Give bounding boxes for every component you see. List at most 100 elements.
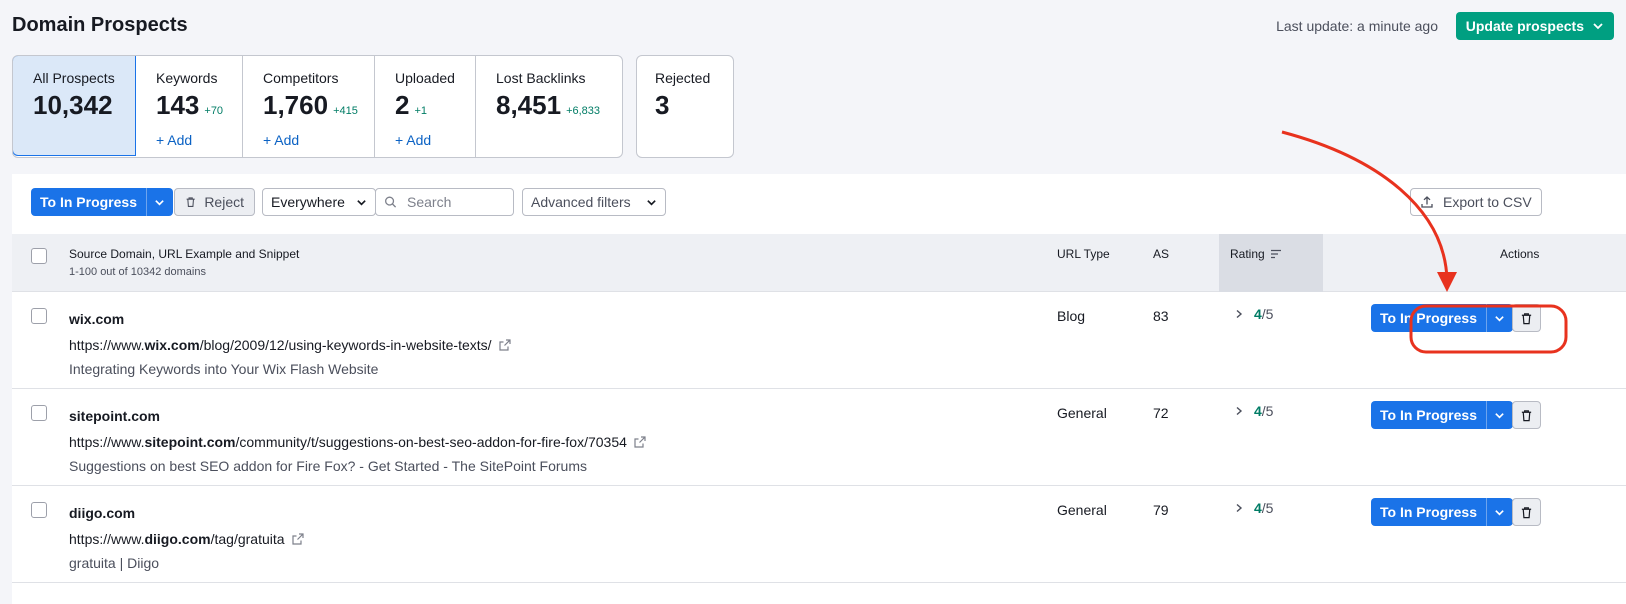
row-to-in-progress-button[interactable]: To In Progress xyxy=(1371,401,1513,429)
tab-label: Uploaded xyxy=(395,70,455,86)
chevron-down-icon xyxy=(1593,23,1603,30)
tab-keywords[interactable]: Keywords 143 +70 + Add xyxy=(136,56,243,157)
row-url-type: General xyxy=(1057,405,1107,421)
url-path: /community/t/suggestions-on-best-seo-add… xyxy=(235,434,627,450)
result-count: 1-100 out of 10342 domains xyxy=(69,266,206,278)
search-box xyxy=(375,188,514,216)
row-to-in-progress-label[interactable]: To In Progress xyxy=(1371,498,1486,526)
tab-competitors[interactable]: Competitors 1,760 +415 + Add xyxy=(243,56,375,157)
column-source[interactable]: Source Domain, URL Example and Snippet xyxy=(69,246,299,262)
bulk-to-in-progress-button[interactable]: To In Progress xyxy=(31,188,173,216)
export-csv-label: Export to CSV xyxy=(1443,194,1532,210)
rating-column-highlight xyxy=(1219,234,1323,292)
row-as: 72 xyxy=(1153,405,1169,421)
export-csv-button[interactable]: Export to CSV xyxy=(1410,188,1542,216)
advanced-filters-select[interactable]: Advanced filters xyxy=(522,188,666,216)
row-to-in-progress-button[interactable]: To In Progress xyxy=(1371,304,1513,332)
row-reject-button[interactable] xyxy=(1512,304,1541,332)
row-checkbox[interactable] xyxy=(31,405,47,421)
tab-all-prospects[interactable]: All Prospects 10,342 xyxy=(13,56,136,156)
row-reject-button[interactable] xyxy=(1512,498,1541,526)
row-url-link[interactable]: https://www. sitepoint.com/community/t/su… xyxy=(69,433,647,451)
tab-label: Keywords xyxy=(156,70,218,86)
rating-max: /5 xyxy=(1261,403,1274,419)
tab-uploaded[interactable]: Uploaded 2 +1 + Add xyxy=(375,56,476,157)
rating-max: /5 xyxy=(1261,500,1274,516)
row-as: 79 xyxy=(1153,502,1169,518)
chevron-right-icon xyxy=(1236,309,1243,319)
rating-value: 4 xyxy=(1254,403,1262,419)
tab-lost-backlinks[interactable]: Lost Backlinks 8,451 +6,833 xyxy=(476,56,622,157)
search-input[interactable] xyxy=(405,193,505,211)
tab-rejected[interactable]: Rejected 3 xyxy=(636,55,734,158)
tab-delta: +1 xyxy=(414,105,428,117)
reject-button[interactable]: Reject xyxy=(174,188,255,216)
row-to-in-progress-label[interactable]: To In Progress xyxy=(1371,401,1486,429)
row-rating[interactable]: 4/5 xyxy=(1234,306,1273,322)
advanced-filters-label: Advanced filters xyxy=(531,194,631,210)
table-row: diigo.com https://www. diigo.com/tag/grat… xyxy=(12,487,1626,583)
url-domain: sitepoint.com xyxy=(144,434,236,450)
trash-icon xyxy=(1521,409,1532,421)
row-checkbox[interactable] xyxy=(31,502,47,518)
column-as[interactable]: AS xyxy=(1153,246,1169,262)
reject-label: Reject xyxy=(204,194,244,210)
bulk-to-in-progress-label[interactable]: To In Progress xyxy=(31,188,146,216)
tab-label: Lost Backlinks xyxy=(496,70,586,86)
add-competitors-link[interactable]: + Add xyxy=(263,131,354,149)
add-keywords-link[interactable]: + Add xyxy=(156,131,222,149)
page-title: Domain Prospects xyxy=(12,14,188,36)
tab-group: All Prospects 10,342 Keywords 143 +70 + … xyxy=(12,55,623,158)
row-domain[interactable]: diigo.com xyxy=(69,504,135,522)
select-all-checkbox[interactable] xyxy=(31,248,47,264)
tab-label: All Prospects xyxy=(33,70,115,86)
toolbar: To In Progress Reject Everywhere Advance… xyxy=(12,174,1626,236)
table-header: Source Domain, URL Example and Snippet 1… xyxy=(12,234,1626,292)
url-prefix: https://www. xyxy=(69,531,145,547)
url-path: /blog/2009/12/using-keywords-in-website-… xyxy=(199,337,492,353)
row-snippet: gratuita | Diigo xyxy=(69,555,160,571)
external-link-icon[interactable] xyxy=(498,338,512,352)
row-rating[interactable]: 4/5 xyxy=(1234,403,1273,419)
trash-icon xyxy=(1521,506,1532,518)
row-to-in-progress-button[interactable]: To In Progress xyxy=(1371,498,1513,526)
row-snippet: Suggestions on best SEO addon for Fire F… xyxy=(69,458,587,474)
row-to-in-progress-dropdown[interactable] xyxy=(1485,304,1513,332)
update-prospects-button[interactable]: Update prospects xyxy=(1455,12,1614,40)
tab-delta: +70 xyxy=(204,105,224,117)
row-rating[interactable]: 4/5 xyxy=(1234,500,1273,516)
tab-label: Rejected xyxy=(655,70,711,86)
prospects-panel: To In Progress Reject Everywhere Advance… xyxy=(12,174,1626,604)
chevron-down-icon xyxy=(647,199,656,206)
row-domain[interactable]: sitepoint.com xyxy=(69,407,160,425)
row-to-in-progress-dropdown[interactable] xyxy=(1485,401,1513,429)
trash-icon xyxy=(186,197,195,207)
tab-count: 2 xyxy=(395,90,410,120)
last-update-text: Last update: a minute ago xyxy=(1276,18,1438,34)
chevron-down-icon xyxy=(155,199,165,206)
chevron-down-icon xyxy=(1495,509,1505,516)
row-url-link[interactable]: https://www. wix.com/blog/2009/12/using-k… xyxy=(69,336,512,354)
external-link-icon[interactable] xyxy=(633,435,647,449)
row-snippet: Integrating Keywords into Your Wix Flash… xyxy=(69,361,379,377)
row-url-link[interactable]: https://www. diigo.com/tag/gratuita xyxy=(69,530,305,548)
scope-select-value: Everywhere xyxy=(271,194,345,210)
search-icon xyxy=(385,196,397,208)
row-reject-button[interactable] xyxy=(1512,401,1541,429)
chevron-right-icon xyxy=(1236,503,1243,513)
scope-select[interactable]: Everywhere xyxy=(262,188,376,216)
url-prefix: https://www. xyxy=(69,434,145,450)
external-link-icon[interactable] xyxy=(291,532,305,546)
url-prefix: https://www. xyxy=(69,337,145,353)
add-uploaded-link[interactable]: + Add xyxy=(395,131,455,149)
row-to-in-progress-dropdown[interactable] xyxy=(1485,498,1513,526)
row-domain[interactable]: wix.com xyxy=(69,310,124,328)
column-rating[interactable]: Rating xyxy=(1230,246,1282,262)
chevron-down-icon xyxy=(357,199,366,206)
tab-delta: +415 xyxy=(333,105,358,117)
bulk-to-in-progress-dropdown[interactable] xyxy=(145,188,173,216)
column-url-type[interactable]: URL Type xyxy=(1057,246,1110,262)
row-to-in-progress-label[interactable]: To In Progress xyxy=(1371,304,1486,332)
tab-count: 143 xyxy=(156,90,200,120)
row-checkbox[interactable] xyxy=(31,308,47,324)
